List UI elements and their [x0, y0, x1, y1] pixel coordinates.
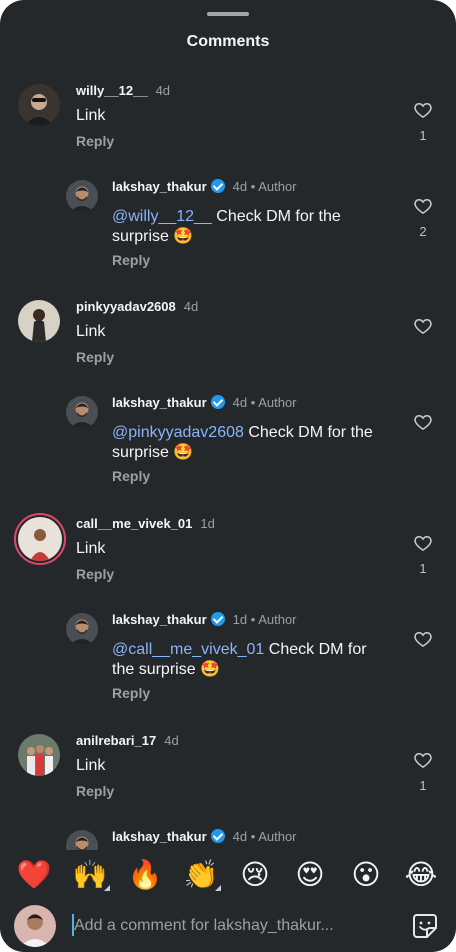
avatar[interactable] — [18, 84, 60, 126]
comment-username[interactable]: willy__12__ 4d — [76, 83, 170, 98]
like-button[interactable]: 1 — [412, 533, 434, 576]
reply-button[interactable]: Reply — [112, 468, 150, 484]
comment-input[interactable] — [72, 914, 392, 938]
comment-username[interactable]: pinkyyadav2608 4d — [76, 299, 198, 314]
avatar-story-ring[interactable] — [14, 513, 66, 565]
comment-text: Link — [76, 540, 106, 557]
current-user-avatar — [14, 905, 56, 947]
clapping-hands-emoji[interactable]: 👏 — [183, 855, 221, 895]
verified-badge-icon — [210, 612, 225, 626]
like-count: 1 — [419, 561, 427, 576]
mention-link[interactable]: @call__me_vivek_01 — [112, 641, 264, 658]
raising-hands-emoji[interactable]: 🙌 — [72, 855, 110, 895]
comments-sheet: Comments willy__12__ 4d Link Reply 1 laks… — [0, 0, 456, 952]
comment-composer — [0, 900, 456, 952]
comment-text: Link — [76, 757, 106, 774]
verified-badge-icon — [210, 829, 225, 843]
avatar[interactable] — [18, 734, 60, 776]
like-button[interactable]: 2 — [412, 196, 434, 239]
sheet-title: Comments — [186, 33, 270, 50]
heart-outline-icon — [414, 102, 432, 118]
heart-outline-icon — [414, 535, 432, 551]
heart-outline-icon — [414, 318, 432, 334]
heart-outline-icon — [414, 631, 432, 647]
reply-button[interactable]: Reply — [112, 685, 150, 701]
crying-face-emoji[interactable]: 😢 — [237, 855, 273, 895]
like-count: 2 — [419, 224, 427, 239]
comment-text: Link — [76, 323, 106, 340]
text-caret — [72, 914, 74, 936]
mention-link[interactable]: @willy__12__ — [112, 208, 212, 225]
verified-badge-icon — [210, 179, 225, 193]
like-count: 1 — [419, 778, 427, 793]
skin-tone-indicator-icon — [209, 885, 221, 891]
like-count: 1 — [419, 128, 427, 143]
heart-eyes-emoji[interactable]: 😍 — [292, 855, 328, 895]
reply-button[interactable]: Reply — [76, 349, 114, 365]
verified-badge-icon — [210, 395, 225, 409]
avatar[interactable] — [66, 396, 98, 428]
avatar[interactable] — [66, 830, 98, 850]
reply-username[interactable]: lakshay_thakur 4d • Author — [112, 179, 297, 194]
reply-button[interactable]: Reply — [76, 133, 114, 149]
sticker-icon[interactable] — [412, 913, 438, 939]
skin-tone-indicator-icon — [98, 885, 110, 891]
reply-username[interactable]: lakshay_thakur 4d • Author — [112, 829, 297, 844]
mention-link[interactable]: @pinkyyadav2608 — [112, 424, 244, 441]
reply-text: @pinkyyadav2608 Check DM for the surprise… — [112, 424, 373, 461]
reply-button[interactable]: Reply — [76, 783, 114, 799]
like-button[interactable]: 1 — [412, 100, 434, 143]
like-button[interactable] — [412, 412, 434, 432]
tears-of-joy-emoji[interactable]: 😂 — [403, 855, 439, 895]
comment-list[interactable]: willy__12__ 4d Link Reply 1 lakshay_thaku… — [0, 68, 456, 850]
fire-emoji[interactable]: 🔥 — [127, 855, 163, 895]
reply-text: @willy__12__ Check DM for the surprise 🤩 — [112, 208, 341, 245]
reply-text: @call__me_vivek_01 Check DM for the surpr… — [112, 641, 367, 678]
heart-outline-icon — [414, 752, 432, 768]
avatar[interactable] — [18, 300, 60, 342]
like-button[interactable]: 1 — [412, 750, 434, 793]
avatar[interactable] — [66, 613, 98, 645]
comment-text: Link — [76, 107, 106, 124]
surprised-face-emoji[interactable]: 😮 — [348, 855, 384, 895]
reply-username[interactable]: lakshay_thakur 1d • Author — [112, 612, 297, 627]
drag-handle[interactable] — [207, 12, 249, 16]
like-button[interactable] — [412, 629, 434, 649]
reply-username[interactable]: lakshay_thakur 4d • Author — [112, 395, 297, 410]
avatar[interactable] — [66, 180, 98, 212]
comment-username[interactable]: anilrebari_17 4d — [76, 733, 179, 748]
heart-outline-icon — [414, 198, 432, 214]
comment-username[interactable]: call__me_vivek_01 1d — [76, 516, 215, 531]
red-heart-emoji[interactable]: ❤️ — [16, 855, 52, 895]
reply-button[interactable]: Reply — [76, 566, 114, 582]
reply-button[interactable]: Reply — [112, 252, 150, 268]
like-button[interactable] — [412, 316, 434, 336]
heart-outline-icon — [414, 414, 432, 430]
emoji-quick-bar: ❤️ 🙌 🔥 👏 😢 😍 😮 😂 — [0, 855, 456, 895]
